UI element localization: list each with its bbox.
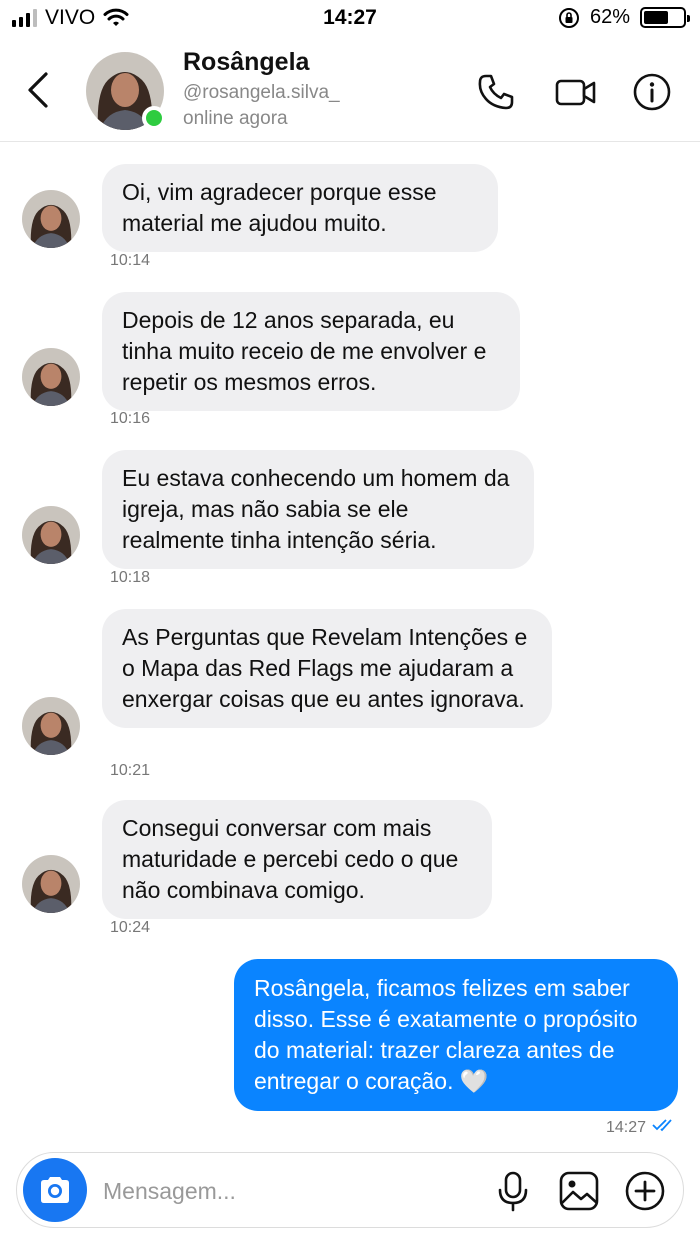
contact-status: online agora (183, 108, 288, 129)
message-avatar[interactable] (22, 348, 80, 406)
microphone-icon[interactable] (491, 1169, 535, 1213)
message-timestamp: 10:14 (110, 252, 151, 269)
add-icon[interactable] (623, 1169, 667, 1213)
message-timestamp: 14:27 (605, 1118, 646, 1136)
message-timestamp: 10:16 (110, 410, 151, 427)
contact-username: @rosangela.silva_ (183, 82, 340, 103)
incoming-message[interactable]: Depois de 12 anos separada, eu tinha mui… (102, 292, 520, 411)
battery-percent: 62% (589, 6, 630, 28)
chat-header: Rosângela @rosangela.silva_ online agora (0, 38, 700, 142)
message-avatar[interactable] (22, 855, 80, 913)
gallery-icon[interactable] (557, 1169, 601, 1213)
message-timestamp: 10:24 (110, 919, 151, 936)
camera-button[interactable] (23, 1158, 87, 1222)
incoming-message[interactable]: Eu estava conhecendo um homem da igreja,… (102, 450, 534, 569)
video-camera-icon[interactable] (554, 72, 598, 112)
incoming-message[interactable]: Oi, vim agradecer porque esse material m… (102, 164, 498, 252)
outgoing-message[interactable]: Rosângela, ficamos felizes em saber diss… (234, 959, 678, 1111)
orientation-lock-icon (558, 7, 579, 28)
message-avatar[interactable] (22, 190, 80, 248)
message-avatar[interactable] (22, 506, 80, 564)
message-input[interactable] (103, 1171, 473, 1211)
status-right: 62% (558, 6, 690, 29)
incoming-message[interactable]: Consegui conversar com mais maturidade e… (102, 800, 492, 919)
incoming-message[interactable]: As Perguntas que Revelam Intenções e o M… (102, 609, 552, 728)
back-arrow-icon[interactable] (24, 70, 54, 110)
phone-icon[interactable] (476, 72, 516, 112)
battery-fill (644, 11, 668, 24)
message-timestamp-row: 14:27 (606, 1118, 678, 1137)
message-timestamp: 10:18 (110, 569, 151, 586)
read-receipt-icon (652, 1118, 678, 1137)
info-icon[interactable] (632, 72, 672, 112)
message-timestamp: 10:21 (110, 762, 151, 779)
online-indicator (142, 106, 166, 130)
message-avatar[interactable] (22, 697, 80, 755)
status-bar: VIVO 14:27 62% (0, 0, 700, 38)
contact-name[interactable]: Rosângela (183, 48, 309, 77)
camera-icon (41, 1177, 69, 1203)
battery-icon (640, 7, 690, 28)
message-composer (16, 1152, 684, 1228)
